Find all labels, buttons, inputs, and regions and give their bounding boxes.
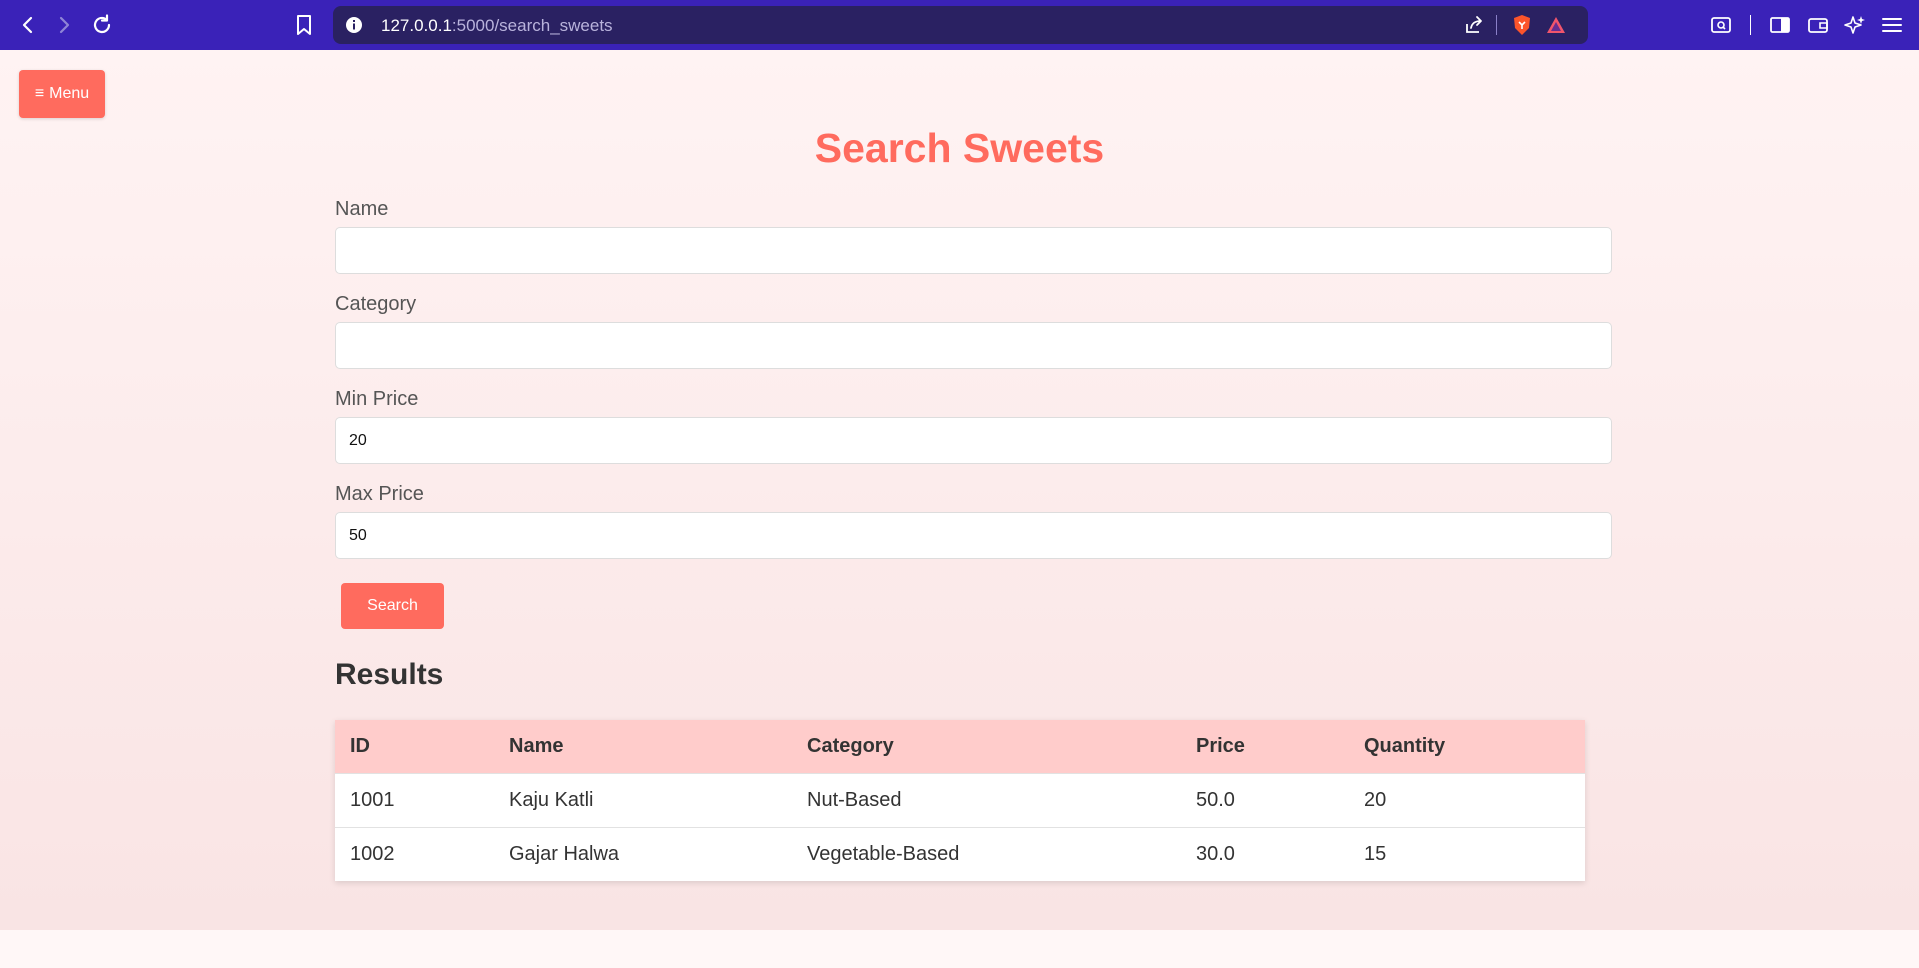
min-price-label: Min Price: [335, 388, 419, 410]
category-input[interactable]: [335, 322, 1612, 369]
max-price-label: Max Price: [335, 483, 424, 505]
back-icon[interactable]: [16, 13, 40, 37]
column-header-category: Category: [792, 720, 1181, 773]
menu-label: Menu: [49, 85, 90, 102]
address-divider: [1496, 15, 1497, 35]
cell-category: Vegetable-Based: [792, 826, 1181, 881]
cell-price: 30.0: [1181, 826, 1349, 881]
max-price-input[interactable]: [335, 512, 1612, 559]
column-header-id: ID: [335, 720, 494, 773]
reload-icon[interactable]: [90, 13, 114, 37]
cell-name: Gajar Halwa: [494, 826, 792, 881]
url-path: :5000/search_sweets: [451, 16, 613, 35]
address-bar[interactable]: 127.0.0.1:5000/search_sweets: [333, 6, 1588, 44]
min-price-input[interactable]: [335, 417, 1612, 464]
cell-price: 50.0: [1181, 772, 1349, 827]
site-info-icon[interactable]: [344, 15, 364, 35]
brave-shield-icon[interactable]: [1511, 14, 1531, 35]
share-icon[interactable]: [1464, 15, 1484, 35]
sidebar-toggle-icon[interactable]: [1768, 13, 1792, 37]
leo-ai-icon[interactable]: [1843, 13, 1867, 37]
menu-icon: ≡: [34, 85, 45, 102]
cell-name: Kaju Katli: [494, 772, 792, 827]
search-button[interactable]: Search: [341, 583, 444, 629]
column-header-price: Price: [1181, 720, 1349, 773]
search-in-page-icon[interactable]: [1709, 13, 1733, 37]
cell-id: 1002: [335, 826, 494, 881]
name-input[interactable]: [335, 227, 1612, 274]
results-heading: Results: [335, 658, 444, 691]
cell-quantity: 20: [1349, 772, 1585, 827]
brave-rewards-icon[interactable]: [1545, 15, 1565, 35]
table-row: 1001 Kaju Katli Nut-Based 50.0 20: [335, 772, 1585, 827]
toolbar-divider: [1750, 15, 1751, 35]
menu-button[interactable]: ≡ Menu: [19, 70, 105, 118]
bookmark-icon[interactable]: [292, 13, 316, 37]
column-header-quantity: Quantity: [1349, 720, 1585, 773]
name-label: Name: [335, 198, 389, 220]
hamburger-menu-icon[interactable]: [1880, 13, 1904, 37]
cell-quantity: 15: [1349, 826, 1585, 881]
column-header-name: Name: [494, 720, 792, 773]
url-text[interactable]: 127.0.0.1:5000/search_sweets: [381, 16, 613, 36]
cell-category: Nut-Based: [792, 772, 1181, 827]
page-title: Search Sweets: [814, 125, 1105, 171]
wallet-icon[interactable]: [1806, 13, 1830, 37]
forward-icon[interactable]: [52, 13, 76, 37]
page-body: ≡ Menu Search Sweets Name Category Min P…: [0, 50, 1919, 930]
category-label: Category: [335, 293, 417, 315]
page-footer-area: [0, 930, 1919, 968]
browser-toolbar: 127.0.0.1:5000/search_sweets: [0, 0, 1919, 50]
results-table: ID Name Category Price Quantity 1001 Kaj…: [335, 720, 1585, 881]
url-host: 127.0.0.1: [381, 16, 452, 35]
table-row: 1002 Gajar Halwa Vegetable-Based 30.0 15: [335, 826, 1585, 881]
table-header-row: ID Name Category Price Quantity: [335, 720, 1585, 773]
cell-id: 1001: [335, 772, 494, 827]
